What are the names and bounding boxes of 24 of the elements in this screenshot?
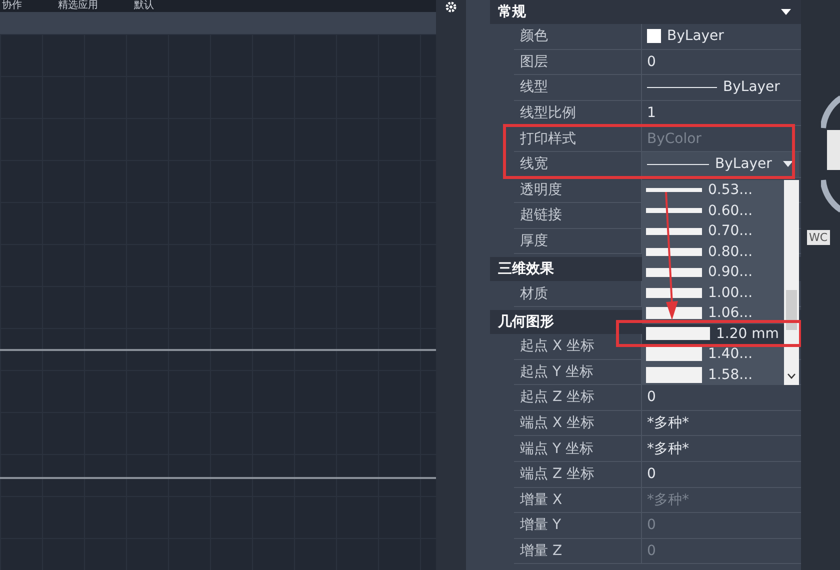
property-value: *多种* (646, 490, 690, 510)
property-label: 图层 (514, 50, 642, 74)
property-label: 起点 Z 坐标 (514, 385, 642, 410)
property-label: 端点 Z 坐标 (514, 462, 642, 486)
property-label: 端点 X 坐标 (514, 410, 642, 436)
property-value: 1 (646, 104, 657, 124)
property-value: *多种* (646, 440, 690, 459)
property-value: 0 (646, 465, 657, 484)
property-label: 增量 X (514, 488, 642, 512)
property-label: 颜色 (514, 24, 642, 49)
property-label: 增量 Y (514, 513, 642, 538)
property-value: 0 (646, 516, 657, 536)
property-value: 0 (646, 52, 657, 72)
property-value: ByColor (646, 130, 702, 149)
property-label: 打印样式 (514, 126, 642, 151)
property-value: ByLayer (642, 75, 799, 100)
property-label: 增量 Z (514, 538, 642, 564)
property-label: 端点 Y 坐标 (514, 436, 642, 461)
property-label: 线型比例 (514, 100, 642, 126)
property-value: *多种* (646, 414, 690, 434)
property-value: 0 (646, 388, 657, 408)
property-value: 0 (646, 542, 657, 561)
property-value: ByLayer (642, 24, 799, 49)
property-label: 线型 (514, 75, 642, 100)
